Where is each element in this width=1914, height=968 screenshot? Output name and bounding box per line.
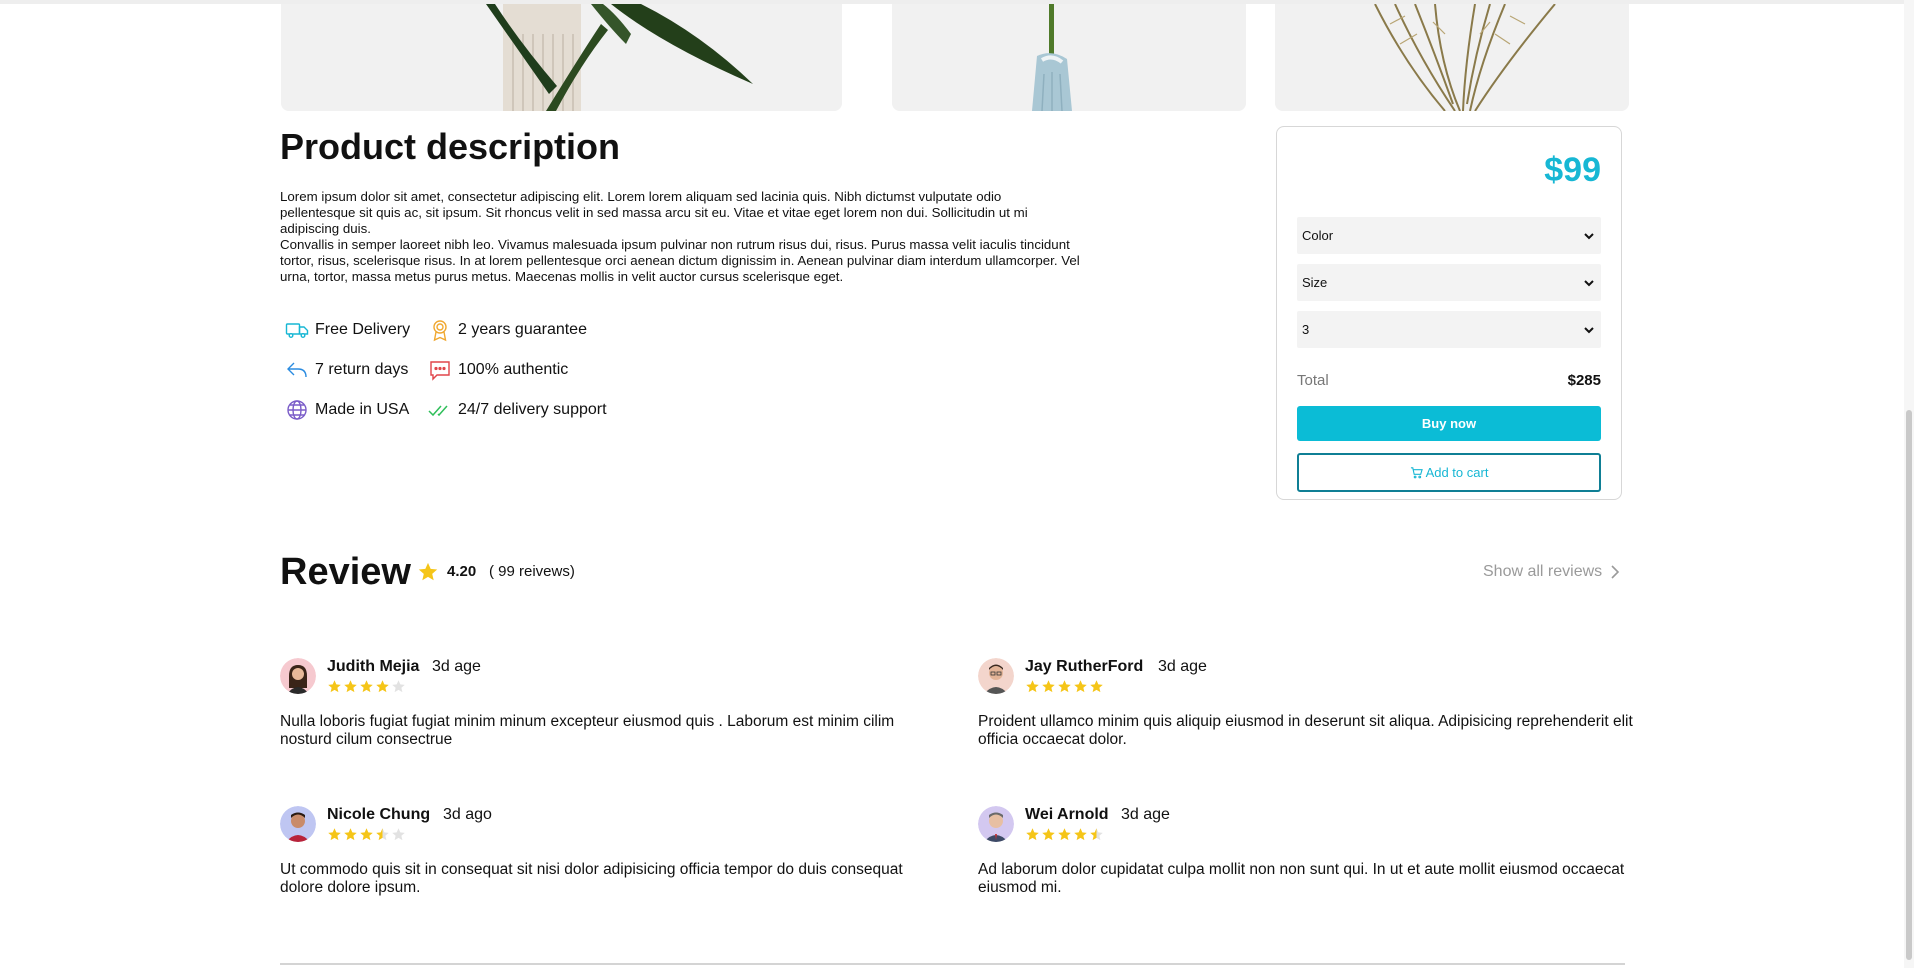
chevron-right-icon bbox=[1611, 565, 1620, 579]
show-all-reviews-link[interactable]: Show all reviews bbox=[1483, 563, 1622, 581]
feature-label: 2 years guarantee bbox=[458, 321, 587, 338]
total-label: Total bbox=[1297, 372, 1329, 389]
avatar bbox=[280, 658, 316, 694]
reviewer-name: Judith Mejia bbox=[327, 658, 420, 675]
avatar bbox=[280, 806, 316, 842]
size-select[interactable]: Size bbox=[1297, 264, 1601, 301]
star-icon bbox=[1074, 680, 1087, 693]
color-select[interactable]: Color bbox=[1297, 217, 1601, 254]
star-icon bbox=[1090, 680, 1103, 693]
review-text: Ad laborum dolor cupidatat culpa mollit … bbox=[978, 861, 1625, 896]
description-paragraph-1: Lorem ipsum dolor sit amet, consectetur … bbox=[280, 189, 1028, 236]
show-all-reviews-label: Show all reviews bbox=[1483, 563, 1603, 580]
size-select-value: Size bbox=[1302, 275, 1328, 290]
star-icon bbox=[344, 828, 357, 841]
return-arrow-icon bbox=[287, 362, 307, 378]
feature-label: Free Delivery bbox=[315, 321, 411, 338]
review-stars bbox=[327, 679, 407, 694]
review-count: ( 99 reivews) bbox=[489, 563, 575, 580]
star-icon bbox=[1058, 828, 1071, 841]
review-text: Proident ullamco minim quis aliquip eius… bbox=[978, 713, 1633, 748]
star-icon bbox=[1042, 828, 1055, 841]
review-time: 3d ago bbox=[443, 806, 492, 823]
review-time: 3d age bbox=[1121, 806, 1170, 823]
star-icon bbox=[1074, 828, 1087, 841]
star-icon bbox=[1042, 680, 1055, 693]
chevron-down-icon bbox=[1584, 232, 1594, 239]
star-icon bbox=[392, 828, 405, 841]
review-text: Ut commodo quis sit in consequat sit nis… bbox=[280, 861, 903, 896]
review-time: 3d age bbox=[432, 658, 481, 675]
add-to-cart-button[interactable]: Add to cart bbox=[1297, 453, 1601, 492]
star-icon bbox=[1026, 680, 1039, 693]
color-select-value: Color bbox=[1302, 228, 1334, 243]
star-icon bbox=[376, 828, 389, 841]
feature-free-delivery: Free Delivery bbox=[285, 318, 410, 342]
feature-label: Made in USA bbox=[315, 401, 410, 418]
award-icon bbox=[433, 320, 447, 342]
feature-authentic: 100% authentic bbox=[428, 358, 568, 382]
feature-label: 24/7 delivery support bbox=[458, 401, 607, 418]
purchase-panel: $99 Color Size 3 Total $285 Buy now Add … bbox=[1276, 126, 1622, 500]
buy-now-button[interactable]: Buy now bbox=[1297, 406, 1601, 441]
feature-delivery-support: 24/7 delivery support bbox=[428, 398, 607, 422]
globe-icon bbox=[287, 400, 307, 420]
feature-label: 100% authentic bbox=[458, 361, 569, 378]
review-text: Nulla loboris fugiat fugiat minim minum … bbox=[280, 713, 895, 748]
avatar bbox=[978, 806, 1014, 842]
feature-made-in-usa: Made in USA bbox=[285, 398, 409, 422]
star-icon bbox=[418, 562, 438, 581]
star-icon bbox=[360, 680, 373, 693]
description-paragraph-2: Convallis in semper laoreet nibh leo. Vi… bbox=[280, 237, 1080, 284]
price: $99 bbox=[1544, 151, 1601, 189]
quantity-select[interactable]: 3 bbox=[1297, 311, 1601, 348]
star-icon bbox=[328, 680, 341, 693]
review-stars bbox=[1025, 679, 1105, 694]
review-stars bbox=[327, 827, 407, 842]
average-rating: 4.20 bbox=[447, 563, 477, 580]
reviewer-name: Nicole Chung bbox=[327, 806, 431, 823]
add-to-cart-label: Add to cart bbox=[1425, 465, 1489, 480]
review-title: Review bbox=[280, 551, 411, 593]
review-stars bbox=[1025, 827, 1105, 842]
star-icon bbox=[344, 680, 357, 693]
product-image-blue-vase[interactable] bbox=[892, 4, 1246, 111]
double-check-icon bbox=[428, 405, 448, 417]
bottom-divider bbox=[280, 963, 1625, 965]
description-title: Product description bbox=[280, 126, 621, 167]
cart-icon bbox=[1410, 467, 1423, 479]
star-icon bbox=[1090, 828, 1103, 841]
feature-label: 7 return days bbox=[315, 361, 409, 378]
reviewer-name: Jay RutherFord bbox=[1025, 658, 1144, 675]
reviewer-name: Wei Arnold bbox=[1025, 806, 1109, 823]
review-time: 3d age bbox=[1158, 658, 1207, 675]
truck-icon bbox=[285, 323, 309, 338]
avatar bbox=[978, 658, 1014, 694]
total-value: $285 bbox=[1567, 372, 1601, 389]
chevron-down-icon bbox=[1584, 326, 1594, 333]
chat-icon bbox=[430, 361, 450, 381]
feature-guarantee: 2 years guarantee bbox=[428, 318, 587, 342]
feature-return-days: 7 return days bbox=[285, 358, 408, 382]
product-image-dried-flowers[interactable] bbox=[1275, 4, 1629, 111]
quantity-select-value: 3 bbox=[1302, 322, 1310, 337]
star-icon bbox=[1058, 680, 1071, 693]
description-text: Lorem ipsum dolor sit amet, consectetur … bbox=[280, 189, 1080, 285]
star-icon bbox=[376, 680, 389, 693]
star-icon bbox=[360, 828, 373, 841]
product-image-column-vase[interactable] bbox=[281, 4, 842, 111]
scrollbar-thumb[interactable] bbox=[1906, 410, 1912, 960]
star-icon bbox=[328, 828, 341, 841]
star-icon bbox=[1026, 828, 1039, 841]
chevron-down-icon bbox=[1584, 279, 1594, 286]
star-icon bbox=[392, 680, 405, 693]
